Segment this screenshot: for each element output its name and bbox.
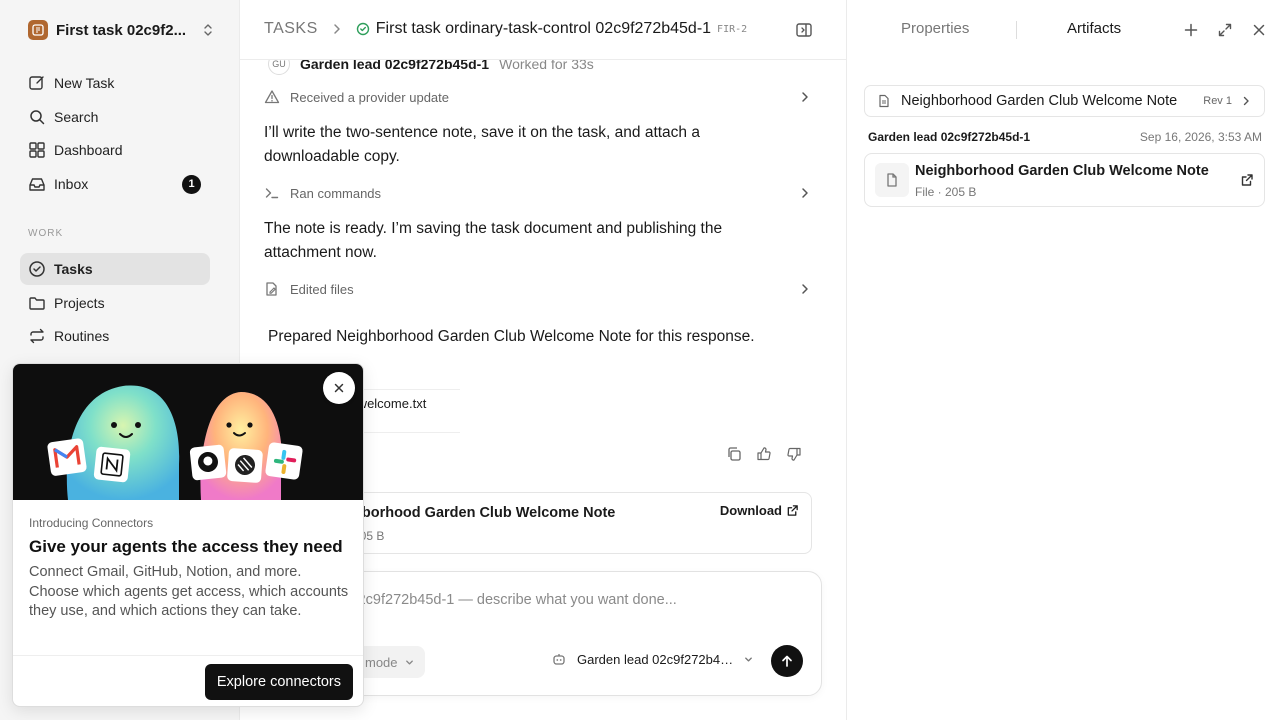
send-button[interactable]	[771, 645, 803, 677]
artifact-author: Garden lead 02c9f272b45d-1	[868, 130, 1031, 144]
chevron-right-icon	[334, 24, 340, 34]
activity-label: Ran commands	[290, 185, 382, 201]
status-check-icon	[356, 22, 369, 36]
activity-edited-files[interactable]: Edited files	[264, 278, 812, 300]
nav-projects[interactable]: Projects	[20, 287, 210, 319]
chevron-right-icon	[1243, 96, 1249, 106]
tab-divider	[1016, 21, 1017, 39]
popup-title: Give your agents the access they need	[29, 537, 343, 556]
chevron-right-icon	[802, 284, 808, 294]
workspace-name: First task 02c9f2...	[56, 21, 187, 39]
nav-inbox[interactable]: Inbox 1	[20, 168, 210, 200]
download-label: Download	[719, 503, 782, 518]
file-icon	[875, 163, 909, 197]
activity-label: Edited files	[290, 281, 354, 297]
warning-icon	[264, 90, 280, 104]
terminal-icon	[265, 188, 279, 199]
copy-icon[interactable]	[726, 446, 742, 462]
nav-label: New Task	[54, 75, 115, 91]
nav-dashboard[interactable]: Dashboard	[20, 134, 210, 166]
popup-eyebrow: Introducing Connectors	[29, 516, 154, 530]
thumbs-up-icon[interactable]	[756, 446, 772, 462]
repeat-icon	[30, 328, 44, 344]
nav-search[interactable]: Search	[20, 101, 210, 133]
chevron-right-icon	[802, 188, 808, 198]
nav-tasks[interactable]: Tasks	[20, 253, 210, 285]
artifact-meta: Garden lead 02c9f272b45d-1 Sep 16, 2026,…	[868, 130, 1262, 144]
mode-label: mode	[365, 654, 398, 670]
workspace-logo	[28, 20, 48, 40]
connectors-illustration	[13, 364, 363, 500]
popup-close-button[interactable]	[323, 372, 355, 404]
breadcrumb: TASKS First task ordinary-task-control 0…	[264, 20, 747, 38]
document-icon	[879, 94, 889, 108]
agent-message: I’ll write the two-sentence note, save i…	[264, 124, 700, 165]
artifact-file-name: Neighborhood Garden Club Welcome Note	[915, 163, 1209, 179]
nav-label: Dashboard	[54, 142, 123, 158]
agent-selector-label: Garden lead 02c9f272b45d-1	[577, 651, 735, 667]
folder-icon	[29, 297, 45, 310]
breadcrumb-tasks[interactable]: TASKS	[264, 20, 318, 38]
chevron-updown-icon	[204, 24, 212, 36]
artifact-file-meta: File · 205 B	[915, 185, 977, 199]
agent-selector[interactable]: Garden lead 02c9f272b45d-1	[551, 651, 754, 667]
popup-footer: Explore connectors	[13, 655, 363, 706]
activity-provider-update[interactable]: Received a provider update	[264, 86, 812, 108]
file-edit-icon	[266, 282, 277, 296]
artifact-document-title: Neighborhood Garden Club Welcome Note	[901, 93, 1178, 109]
artifact-document-header[interactable]: Neighborhood Garden Club Welcome Note Re…	[864, 85, 1265, 117]
tab-properties[interactable]: Properties	[901, 20, 969, 37]
page-title: First task ordinary-task-control 02c9f27…	[375, 20, 712, 37]
section-label-work: WORK	[28, 228, 64, 239]
activity-ran-commands[interactable]: Ran commands	[264, 182, 812, 204]
attachment-card-name: nborhood Garden Club Welcome Note	[353, 505, 616, 521]
download-button[interactable]: Download	[720, 503, 799, 518]
new-task-icon	[29, 76, 44, 90]
revision-label: Rev 1	[1203, 95, 1232, 107]
topbar: TASKS First task ordinary-task-control 0…	[240, 0, 846, 60]
message-actions	[712, 446, 802, 462]
nav-label: Routines	[54, 328, 110, 344]
plus-icon[interactable]	[1183, 22, 1199, 38]
close-icon[interactable]	[1251, 22, 1267, 38]
agent-message: Prepared Neighborhood Garden Club Welcom…	[268, 328, 755, 345]
workspace-switcher[interactable]: First task 02c9f2...	[28, 19, 214, 41]
thumbs-down-icon[interactable]	[786, 446, 802, 462]
nav-label: Search	[54, 109, 99, 125]
nav-label: Inbox	[54, 176, 89, 192]
chevron-down-icon	[745, 656, 752, 662]
nav-new-task[interactable]: New Task	[20, 67, 210, 99]
activity-label: Received a provider update	[290, 89, 449, 105]
connectors-announcement: Introducing Connectors Give your agents …	[12, 363, 364, 707]
explore-connectors-button[interactable]: Explore connectors	[204, 664, 353, 700]
search-icon	[30, 110, 45, 125]
check-circle-icon	[29, 261, 45, 277]
artifact-date: Sep 16, 2026, 3:53 AM	[1139, 130, 1262, 144]
bot-icon	[553, 654, 565, 665]
toggle-panel-icon[interactable]	[795, 21, 813, 39]
artifact-file-card[interactable]: Neighborhood Garden Club Welcome Note Fi…	[864, 153, 1265, 207]
nav-label: Tasks	[54, 261, 93, 277]
task-code: FIR-2	[717, 23, 748, 35]
inbox-icon	[29, 178, 45, 191]
close-icon	[334, 383, 344, 393]
popup-description: Connect Gmail, GitHub, Notion, and more.…	[29, 564, 349, 619]
tab-artifacts[interactable]: Artifacts	[1067, 20, 1121, 37]
expand-icon[interactable]	[1217, 22, 1233, 38]
artifacts-panel: Properties Artifacts Neighborhood Garden…	[846, 0, 1280, 720]
nav-label: Projects	[54, 295, 105, 311]
external-link-icon	[787, 505, 798, 516]
popup-body: Introducing Connectors Give your agents …	[29, 516, 349, 622]
arrow-up-icon	[782, 655, 792, 667]
panel-tabs: Properties Artifacts	[847, 0, 1280, 60]
external-link-icon[interactable]	[1240, 173, 1254, 187]
nav-routines[interactable]: Routines	[20, 320, 210, 352]
dashboard-icon	[29, 142, 45, 158]
inbox-count-badge: 1	[182, 174, 201, 194]
agent-message: The note is ready. I’m saving the task d…	[264, 220, 723, 261]
chevron-down-icon	[405, 659, 413, 665]
chevron-right-icon	[802, 92, 808, 102]
